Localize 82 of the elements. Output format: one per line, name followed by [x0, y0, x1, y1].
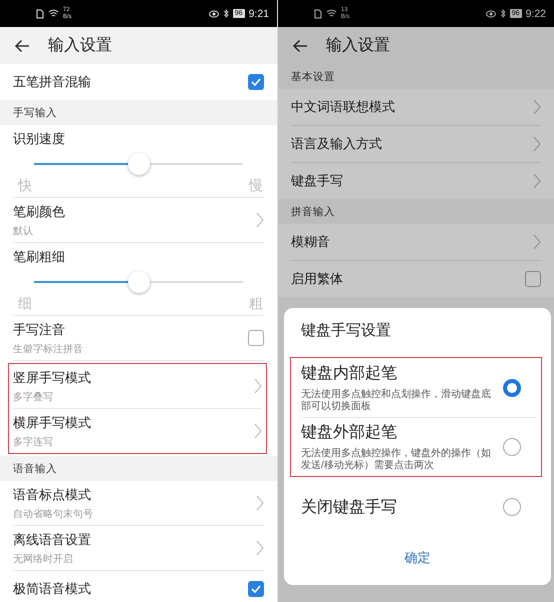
setting-subtitle: 多字叠写	[13, 390, 54, 404]
dialog-option[interactable]: 键盘外部起笔 无法使用多点触控操作，键盘外的操作（如发送/移动光标）需要点击两次	[301, 417, 537, 476]
chevron-right-icon	[256, 495, 264, 511]
chevron-right-icon	[533, 234, 541, 250]
setting-title: 语言及输入方式	[291, 135, 383, 153]
slider-max-label: 粗	[249, 295, 263, 313]
setting-title: 模糊音	[291, 233, 331, 251]
chevron-right-icon	[533, 173, 541, 189]
radio-button[interactable]	[503, 378, 521, 396]
checkmark-icon	[251, 585, 261, 593]
slider-min-label: 快	[18, 177, 32, 195]
confirm-button[interactable]: 确定	[384, 543, 450, 573]
settings-row[interactable]: 模糊音	[278, 224, 554, 260]
eye-icon	[486, 10, 496, 18]
setting-subtitle: 生僻字标注拼音	[13, 342, 84, 356]
option-title: 键盘内部起笔	[301, 364, 398, 384]
slider-min-label: 细	[18, 295, 32, 313]
slider-track[interactable]	[34, 153, 243, 175]
chevron-right-icon	[254, 423, 262, 439]
dialog-option[interactable]: 键盘内部起笔 无法使用多点触控和点划操作，滑动键盘底部可以切换面板	[301, 358, 537, 417]
option-title: 键盘外部起笔	[301, 422, 398, 443]
setting-title: 横屏手写模式	[13, 414, 92, 432]
setting-subtitle: 默认	[13, 224, 34, 238]
clock: 9:21	[248, 8, 269, 20]
wifi-icon	[48, 9, 59, 18]
back-arrow-icon[interactable]	[14, 38, 30, 52]
slider-track[interactable]	[34, 271, 243, 293]
settings-row[interactable]: 笔刷颜色 默认	[0, 198, 277, 242]
settings-row[interactable]: 五笔拼音混输	[0, 64, 277, 100]
radio-button[interactable]	[503, 438, 521, 456]
checkbox[interactable]	[525, 271, 541, 287]
chevron-right-icon	[256, 212, 264, 228]
setting-title: 极简语音模式	[13, 580, 92, 598]
setting-subtitle: 自动省略句末句号	[13, 508, 94, 520]
settings-row[interactable]: 极简语音模式	[0, 571, 277, 602]
slider-thumb[interactable]	[128, 271, 150, 293]
page-title: 输入设置	[48, 36, 112, 56]
radio-button[interactable]	[503, 498, 521, 516]
chevron-right-icon	[533, 99, 541, 115]
bluetooth-icon	[222, 9, 229, 18]
back-arrow-icon[interactable]	[292, 38, 308, 52]
option-title: 关闭键盘手写	[301, 498, 398, 518]
settings-row[interactable]: 语音标点模式 自动省略句末句号	[0, 481, 277, 525]
setting-title: 笔刷粗细	[13, 248, 65, 266]
wifi-icon	[326, 9, 337, 18]
setting-title: 键盘手写	[291, 172, 344, 190]
setting-title: 竖屏手写模式	[13, 368, 92, 386]
option-description: 无法使用多点触控操作，键盘外的操作（如发送/移动光标）需要点击两次	[301, 448, 492, 472]
setting-title: 识别速度	[13, 130, 65, 148]
chevron-right-icon	[533, 136, 541, 152]
dialog-option[interactable]: 关闭键盘手写	[301, 478, 537, 536]
setting-title: 语音标点模式	[13, 486, 92, 504]
settings-row[interactable]: 离线语音设置 无网络时开启	[0, 526, 277, 570]
setting-title: 中文词语联想模式	[291, 98, 396, 116]
settings-row[interactable]: 中文词语联想模式	[278, 89, 554, 125]
settings-row[interactable]: 启用繁体	[278, 261, 554, 297]
settings-row[interactable]: 语言及输入方式	[278, 126, 554, 162]
clock: 9:22	[526, 8, 546, 20]
setting-title: 手写注音	[13, 320, 66, 338]
setting-subtitle: 无网络时开启	[13, 552, 74, 566]
page-title: 输入设置	[326, 36, 390, 56]
setting-title: 离线语音设置	[13, 530, 92, 548]
setting-title: 笔刷颜色	[13, 202, 66, 220]
sim-card-icon	[36, 8, 44, 18]
slider-max-label: 慢	[249, 177, 263, 195]
sim-card-icon	[314, 8, 322, 18]
dialog-title: 键盘手写设置	[300, 321, 392, 341]
setting-subtitle: 多字连写	[13, 436, 54, 448]
setting-title: 启用繁体	[291, 270, 344, 288]
settings-row[interactable]: 手写注音 生僻字标注拼音	[0, 316, 277, 360]
checkmark-icon	[251, 78, 261, 86]
settings-row[interactable]: 键盘手写	[278, 163, 554, 199]
chevron-right-icon	[256, 540, 264, 556]
bluetooth-icon	[500, 9, 506, 18]
option-description: 无法使用多点触控和点划操作，滑动键盘底部可以切换面板	[301, 388, 492, 412]
checkbox[interactable]	[248, 581, 264, 597]
chevron-right-icon	[254, 378, 262, 394]
eye-icon	[208, 10, 219, 18]
setting-title: 五笔拼音混输	[13, 73, 92, 91]
checkbox[interactable]	[248, 330, 264, 346]
slider-thumb[interactable]	[128, 153, 150, 175]
checkbox[interactable]	[248, 74, 264, 90]
